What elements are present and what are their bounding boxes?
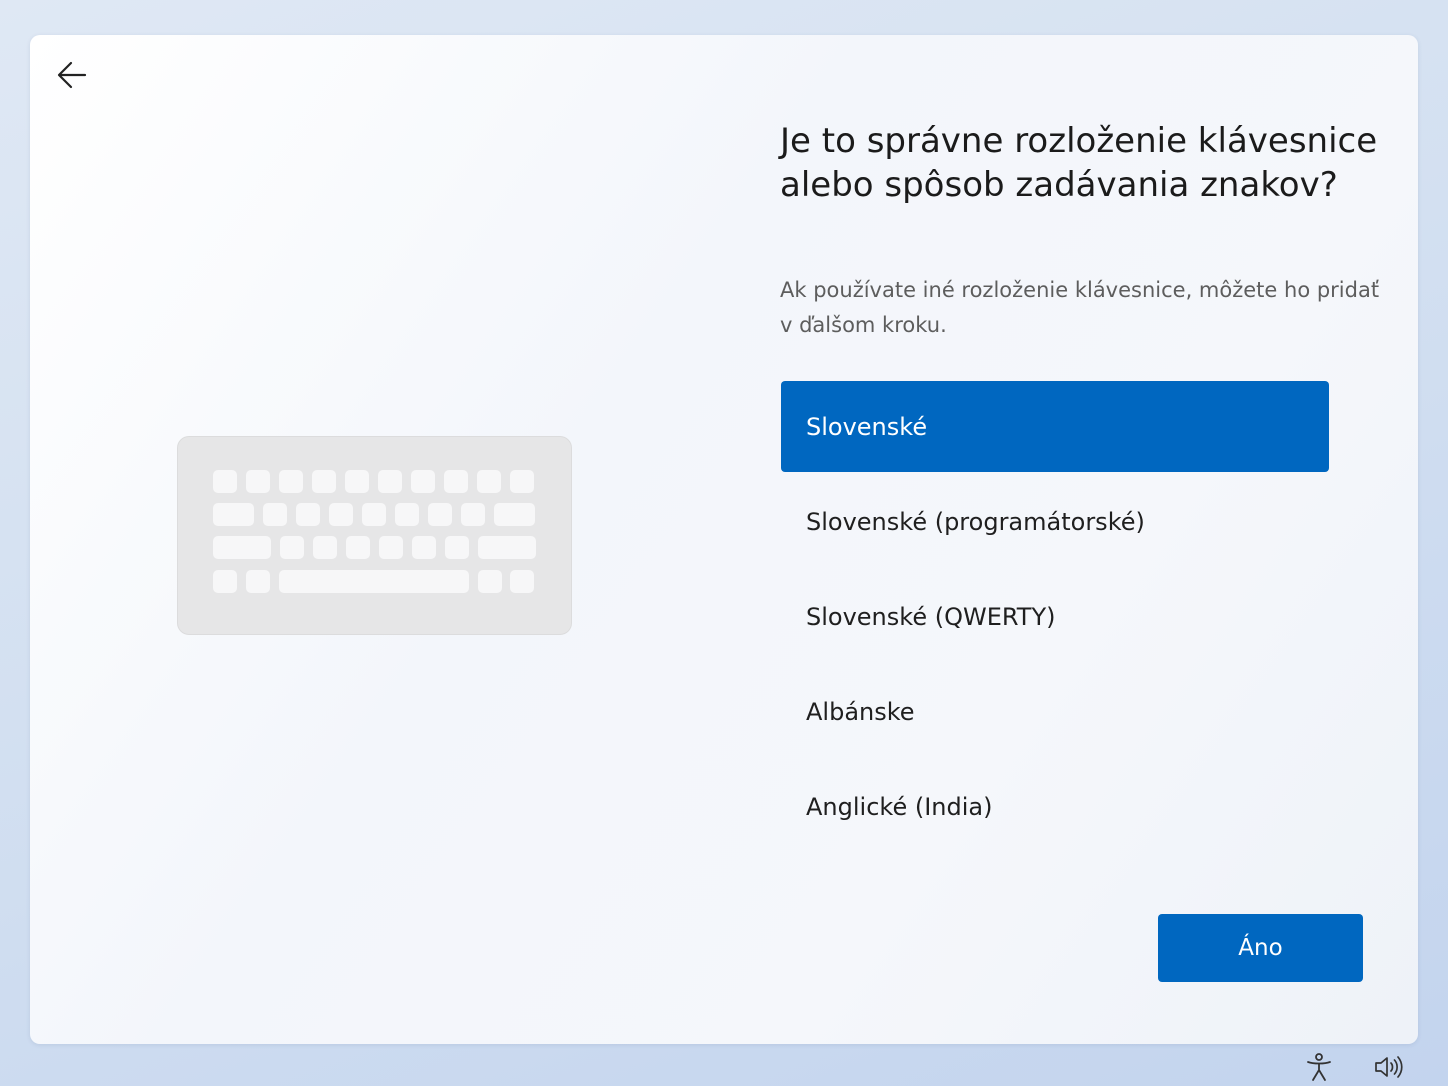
volume-button[interactable]: [1372, 1050, 1406, 1084]
layout-list: Slovenské Slovenské (programátorské) Slo…: [781, 381, 1329, 856]
keyboard-key: [412, 536, 436, 559]
layout-option-label: Slovenské: [806, 412, 928, 441]
keyboard-key: [312, 470, 336, 493]
keyboard-key: [444, 470, 468, 493]
layout-option-label: Slovenské (QWERTY): [806, 602, 1056, 631]
keyboard-key: [395, 503, 419, 526]
keyboard-key: [213, 536, 271, 559]
keyboard-key: [478, 570, 502, 593]
keyboard-key: [279, 570, 469, 593]
accessibility-button[interactable]: [1302, 1050, 1336, 1084]
keyboard-key: [213, 503, 254, 526]
keyboard-key: [263, 503, 287, 526]
keyboard-key: [345, 470, 369, 493]
keyboard-key: [246, 470, 270, 493]
layout-option[interactable]: Anglické (India): [781, 761, 1329, 852]
keyboard-key: [461, 503, 485, 526]
layout-option-label: Slovenské (programátorské): [806, 507, 1145, 536]
keyboard-key: [510, 470, 534, 493]
back-button[interactable]: [50, 57, 94, 93]
keyboard-icon: [177, 436, 572, 635]
keyboard-key: [445, 536, 469, 559]
keyboard-key: [213, 470, 237, 493]
keyboard-key: [478, 536, 536, 559]
keyboard-key: [346, 536, 370, 559]
keyboard-key: [296, 503, 320, 526]
keyboard-key: [379, 536, 403, 559]
keyboard-key: [494, 503, 535, 526]
keyboard-key: [280, 536, 304, 559]
layout-option-label: Anglické (India): [806, 792, 993, 821]
layout-option[interactable]: Albánske: [781, 666, 1329, 757]
keyboard-key: [510, 570, 534, 593]
layout-option-label: Albánske: [806, 697, 915, 726]
keyboard-key: [279, 470, 303, 493]
keyboard-key: [411, 470, 435, 493]
keyboard-key: [213, 570, 237, 593]
accessibility-icon: [1307, 1053, 1331, 1081]
keyboard-key: [428, 503, 452, 526]
page-subtitle: Ak používate iné rozloženie klávesnice, …: [780, 278, 1380, 337]
keyboard-key: [329, 503, 353, 526]
keyboard-key: [378, 470, 402, 493]
layout-option[interactable]: Slovenské (programátorské): [781, 476, 1329, 567]
keyboard-key: [477, 470, 501, 493]
keyboard-key: [313, 536, 337, 559]
layout-option[interactable]: Slovenské: [781, 381, 1329, 472]
page-title: Je to správne rozloženie klávesnice aleb…: [780, 121, 1378, 205]
yes-button[interactable]: Áno: [1158, 914, 1363, 982]
layout-option[interactable]: Slovenské (QWERTY): [781, 571, 1329, 662]
keyboard-key: [246, 570, 270, 593]
arrow-left-icon: [57, 61, 87, 89]
oobe-window: Je to správne rozloženie klávesnice aleb…: [30, 35, 1418, 1044]
volume-icon: [1375, 1056, 1403, 1078]
keyboard-key: [362, 503, 386, 526]
